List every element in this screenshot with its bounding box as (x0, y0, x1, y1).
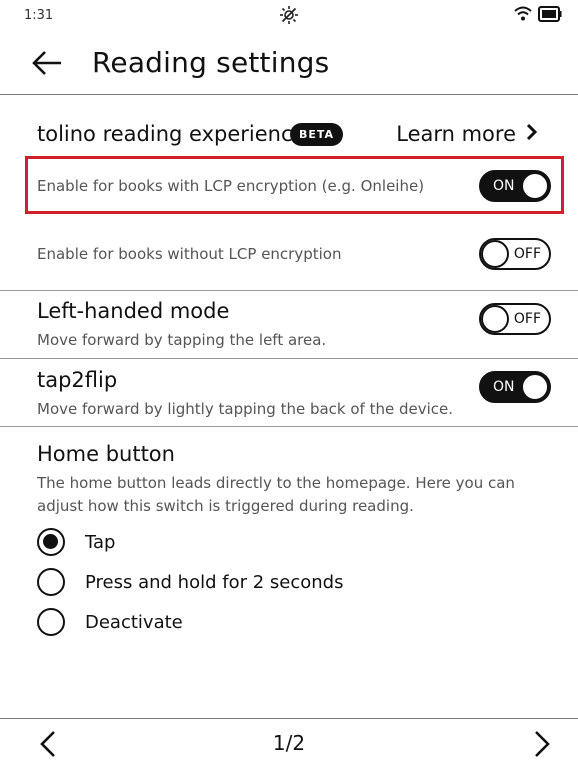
home-button-title: Home button (37, 442, 175, 466)
status-icons (514, 6, 562, 26)
brightness-off-icon (279, 5, 299, 25)
arrow-left-icon[interactable] (30, 46, 64, 80)
radio-option-tap[interactable]: Tap (37, 528, 115, 556)
radio-unchecked-icon (37, 608, 65, 636)
learn-more-link[interactable]: Learn more (396, 122, 538, 146)
home-button-desc-line2: adjust how this switch is triggered duri… (37, 497, 414, 515)
no-lcp-label: Enable for books without LCP encryption (37, 245, 342, 263)
wifi-icon (514, 6, 532, 26)
lcp-row: Enable for books with LCP encryption (e.… (0, 156, 578, 214)
radio-option-deactivate[interactable]: Deactivate (37, 608, 183, 636)
radio-checked-icon (37, 528, 65, 556)
learn-more-label: Learn more (396, 122, 516, 146)
page-title: Reading settings (92, 46, 330, 79)
tap2flip-toggle[interactable]: ON (479, 371, 551, 403)
toggle-state-label: OFF (513, 311, 541, 327)
toggle-state-label: OFF (513, 246, 541, 262)
no-lcp-toggle[interactable]: OFF (479, 238, 551, 270)
tap2flip-row: tap2flip Move forward by lightly tapping… (0, 358, 578, 427)
battery-icon (538, 6, 562, 26)
toggle-knob (521, 172, 549, 200)
chevron-right-icon (526, 122, 538, 146)
tap2flip-title: tap2flip (37, 368, 118, 392)
page-number: 1/2 (272, 731, 306, 755)
toggle-knob (521, 373, 549, 401)
pagination-footer: 1/2 (0, 718, 578, 769)
left-handed-row: Left-handed mode Move forward by tapping… (0, 290, 578, 359)
left-handed-title: Left-handed mode (37, 299, 230, 323)
left-handed-desc: Move forward by tapping the left area. (37, 331, 327, 349)
beta-badge: BETA (290, 123, 344, 146)
radio-option-press-hold[interactable]: Press and hold for 2 seconds (37, 568, 343, 596)
lcp-toggle[interactable]: ON (479, 170, 551, 202)
toggle-state-label: ON (493, 178, 515, 194)
left-handed-toggle[interactable]: OFF (479, 303, 551, 335)
tap2flip-desc: Move forward by lightly tapping the back… (37, 400, 454, 418)
radio-unchecked-icon (37, 568, 65, 596)
status-bar: 1:31 (0, 0, 578, 30)
radio-label: Press and hold for 2 seconds (85, 571, 344, 593)
header: Reading settings (0, 30, 578, 95)
radio-label: Deactivate (85, 611, 183, 633)
status-time: 1:31 (24, 8, 54, 23)
lcp-label: Enable for books with LCP encryption (e.… (37, 177, 425, 195)
home-button-desc-line1: The home button leads directly to the ho… (37, 474, 515, 492)
radio-label: Tap (85, 531, 116, 553)
toggle-state-label: ON (493, 379, 515, 395)
chevron-right-icon[interactable] (526, 729, 556, 759)
no-lcp-row: Enable for books without LCP encryption … (0, 214, 578, 291)
toggle-knob (481, 240, 509, 268)
toggle-knob (481, 305, 509, 333)
home-button-section: Home button The home button leads direct… (0, 426, 578, 646)
reading-experience-title: tolino reading experience (37, 122, 306, 146)
